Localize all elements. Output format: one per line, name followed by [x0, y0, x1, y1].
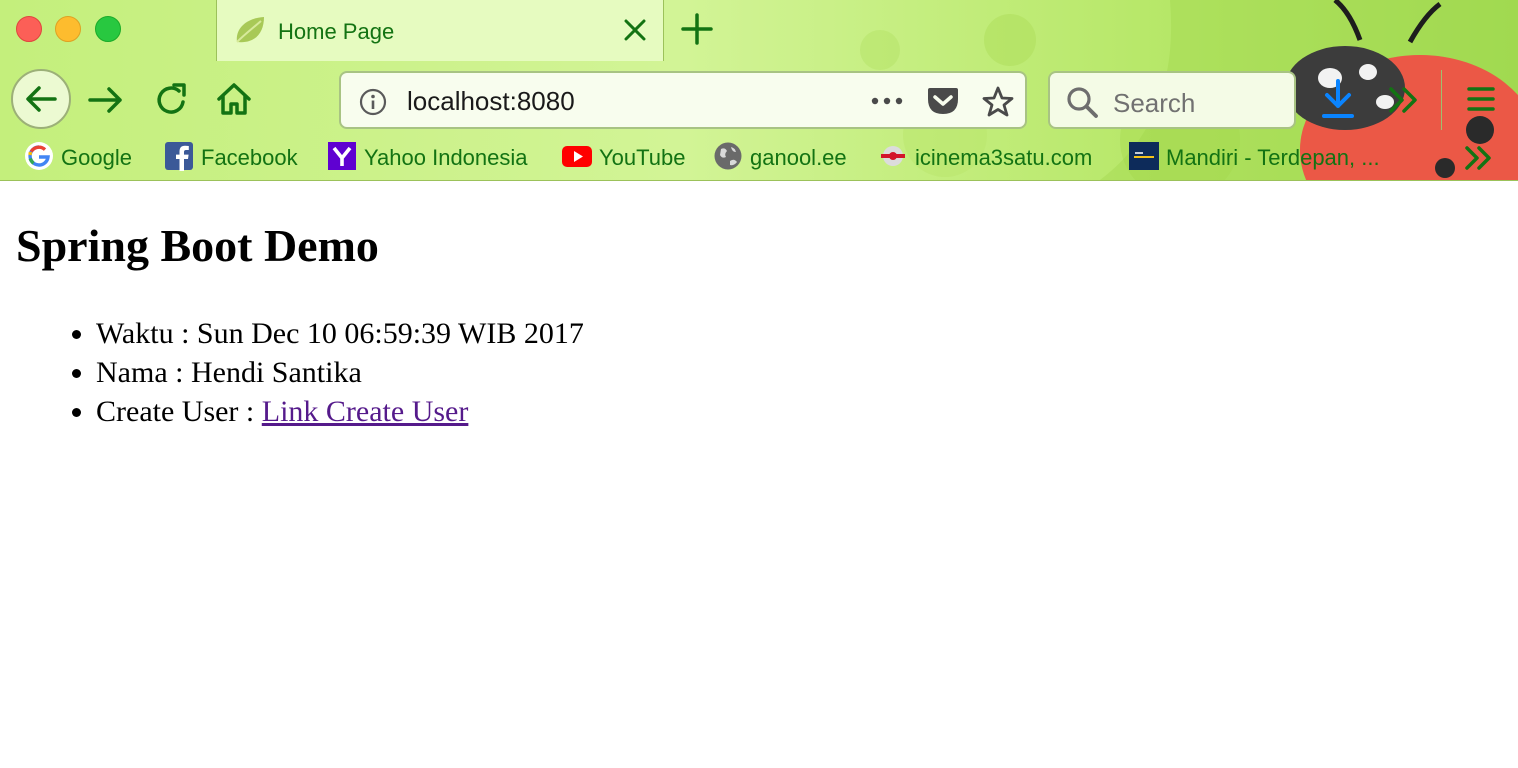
forward-arrow-icon[interactable]	[86, 80, 126, 120]
tab-home-page[interactable]: Home Page	[216, 0, 664, 61]
bookmarks-overflow-icon[interactable]	[1462, 141, 1496, 175]
bookmark-icinema3satu[interactable]: icinema3satu.com	[878, 138, 1110, 178]
globe-icon	[714, 142, 742, 170]
bookmarks-toolbar: Google Facebook Yahoo Indonesia YouTube	[0, 138, 1518, 180]
tab-strip: Home Page	[0, 0, 1518, 62]
mandiri-icon	[1129, 142, 1159, 170]
url-bar[interactable]: localhost:8080	[339, 71, 1027, 129]
new-tab-plus-icon[interactable]	[680, 12, 714, 46]
bookmark-label: Google	[61, 145, 132, 170]
yahoo-icon	[328, 142, 356, 170]
create-user-label: Create User :	[96, 395, 262, 428]
list-item-waktu: Waktu : Sun Dec 10 06:59:39 WIB 2017	[96, 314, 1496, 353]
info-list: Waktu : Sun Dec 10 06:59:39 WIB 2017 Nam…	[16, 314, 1496, 431]
pocket-icon[interactable]	[926, 86, 960, 116]
spring-leaf-icon	[236, 17, 264, 43]
bookmark-label: ganool.ee	[750, 145, 847, 170]
waktu-value: Sun Dec 10 06:59:39 WIB 2017	[196, 317, 584, 350]
bookmark-facebook[interactable]: Facebook	[164, 138, 309, 178]
reload-icon[interactable]	[152, 80, 192, 120]
nama-value: Hendi Santika	[190, 356, 362, 389]
waktu-label: Waktu :	[96, 317, 197, 350]
search-placeholder: Search	[1113, 88, 1196, 118]
site-info-icon[interactable]	[359, 88, 387, 116]
bookmark-yahoo-indonesia[interactable]: Yahoo Indonesia	[327, 138, 542, 178]
close-tab-icon[interactable]	[621, 16, 649, 44]
window-close-button[interactable]	[16, 16, 42, 42]
bookmark-label: Mandiri - Terdepan, ...	[1166, 145, 1380, 170]
icinema-icon	[881, 146, 905, 166]
arrow-left-icon	[26, 86, 57, 112]
google-icon	[25, 142, 53, 170]
overflow-chevrons-icon[interactable]	[1386, 82, 1422, 118]
more-actions-icon[interactable]	[869, 89, 905, 113]
window-zoom-button[interactable]	[95, 16, 121, 42]
page-title: Spring Boot Demo	[16, 220, 379, 271]
bookmark-ganool[interactable]: ganool.ee	[713, 138, 858, 178]
create-user-link[interactable]: Link Create User	[262, 395, 469, 428]
window-minimize-button[interactable]	[55, 16, 81, 42]
download-icon[interactable]	[1320, 78, 1356, 120]
bookmark-google[interactable]: Google	[24, 138, 144, 178]
list-item-nama: Nama : Hendi Santika	[96, 353, 1496, 392]
bookmark-label: Yahoo Indonesia	[364, 145, 528, 170]
url-text[interactable]: localhost:8080	[407, 86, 575, 117]
facebook-icon	[165, 142, 193, 171]
bookmark-star-icon[interactable]	[981, 85, 1015, 119]
home-icon[interactable]	[214, 79, 254, 119]
list-item-create-user: Create User : Link Create User	[96, 392, 1496, 431]
tab-title: Home Page	[278, 19, 395, 44]
browser-chrome: Home Page localhost:8080 Search Google F…	[0, 0, 1518, 181]
bookmark-label: icinema3satu.com	[915, 145, 1093, 170]
bookmark-youtube[interactable]: YouTube	[562, 138, 692, 178]
back-button[interactable]	[11, 69, 71, 129]
page-content: Spring Boot Demo Waktu : Sun Dec 10 06:5…	[16, 200, 1496, 431]
search-bar[interactable]: Search	[1048, 71, 1296, 129]
bookmark-label: Facebook	[201, 145, 298, 170]
bookmark-mandiri[interactable]: Mandiri - Terdepan, ...	[1129, 138, 1409, 178]
hamburger-menu-icon[interactable]	[1464, 82, 1498, 116]
search-icon	[1067, 87, 1098, 118]
nama-label: Nama :	[96, 356, 191, 389]
toolbar-separator	[1441, 70, 1442, 130]
youtube-icon	[562, 146, 592, 167]
navigation-toolbar: localhost:8080 Search	[0, 62, 1518, 138]
bookmark-label: YouTube	[599, 145, 686, 170]
